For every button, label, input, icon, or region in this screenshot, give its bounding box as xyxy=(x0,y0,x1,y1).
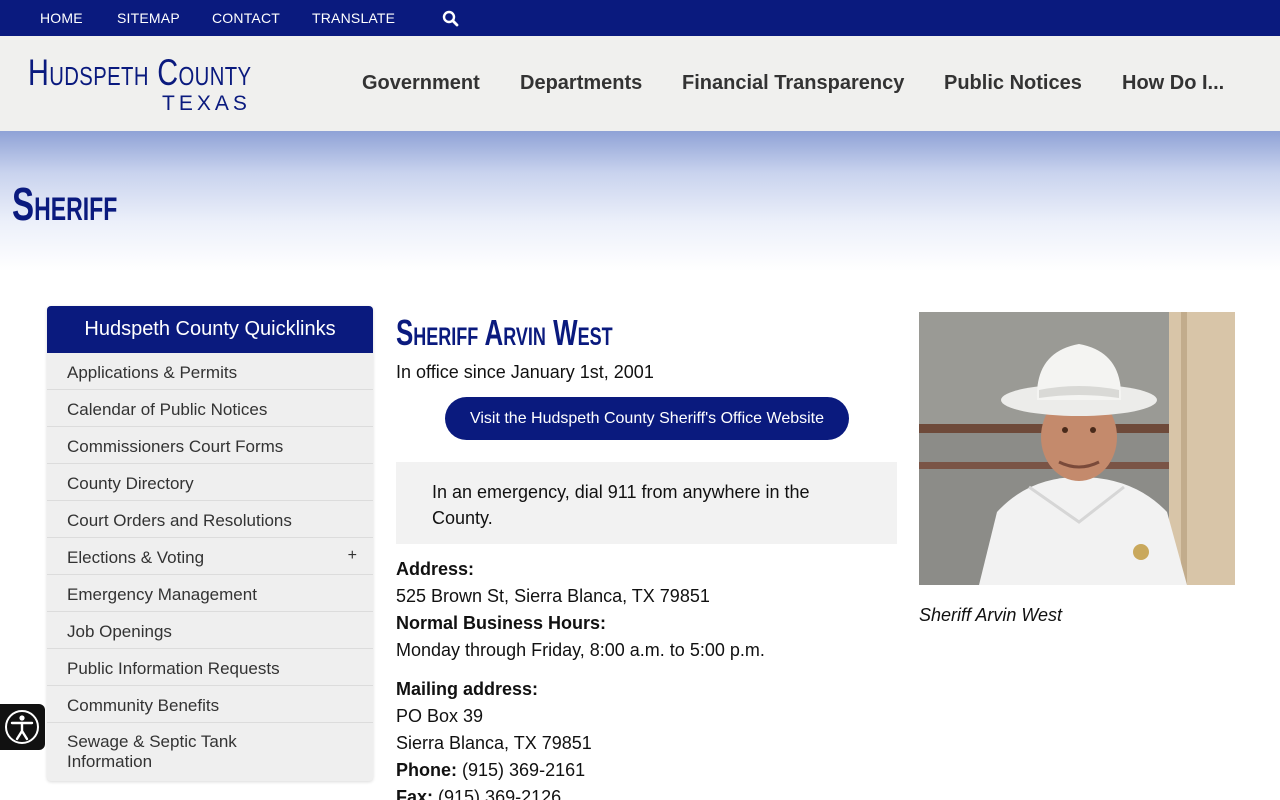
quicklink-community-benefits[interactable]: Community Benefits xyxy=(47,686,373,723)
sheriff-photo xyxy=(919,312,1235,585)
quicklink-county-directory[interactable]: County Directory xyxy=(47,464,373,501)
photo-caption: Sheriff Arvin West xyxy=(919,605,1063,625)
contact-link[interactable]: CONTACT xyxy=(212,10,280,26)
home-link[interactable]: HOME xyxy=(40,10,83,26)
page-title-band: Sheriff xyxy=(0,131,1280,271)
quicklink-commissioners-court-forms[interactable]: Commissioners Court Forms xyxy=(47,427,373,464)
nav-public-notices[interactable]: Public Notices xyxy=(944,72,1082,95)
search-icon[interactable] xyxy=(442,10,459,27)
address-label: Address: xyxy=(396,559,475,579)
quicklink-label: Sewage & Septic Tank Information xyxy=(67,732,237,771)
phone-line: Phone: (915) 369-2161 xyxy=(396,760,586,780)
expand-icon[interactable]: + xyxy=(348,547,357,565)
site-header: Hudspeth County TEXAS Government Departm… xyxy=(0,36,1280,131)
quicklink-elections-voting[interactable]: Elections & Voting + xyxy=(47,538,373,575)
office-since-text: In office since January 1st, 2001 xyxy=(396,362,654,382)
nav-departments[interactable]: Departments xyxy=(520,72,642,95)
quicklink-court-orders[interactable]: Court Orders and Resolutions xyxy=(47,501,373,538)
visit-sheriff-website-button[interactable]: Visit the Hudspeth County Sheriff's Offi… xyxy=(445,397,849,440)
quicklink-label: Elections & Voting xyxy=(67,548,205,567)
mailing-line-2: Sierra Blanca, TX 79851 xyxy=(396,733,592,753)
sheriff-heading: Sheriff Arvin West xyxy=(396,312,613,353)
logo-county-name: Hudspeth County xyxy=(28,52,252,93)
quicklink-sewage-septic[interactable]: Sewage & Septic Tank Information xyxy=(47,723,373,779)
emergency-notice: In an emergency, dial 911 from anywhere … xyxy=(396,462,897,544)
nav-how-do-i[interactable]: How Do I... xyxy=(1122,72,1224,95)
logo-state-name: TEXAS xyxy=(162,92,251,115)
mailing-label: Mailing address: xyxy=(396,679,539,699)
quicklink-public-information-requests[interactable]: Public Information Requests xyxy=(47,649,373,686)
hours-label: Normal Business Hours: xyxy=(396,613,607,633)
hours-value: Monday through Friday, 8:00 a.m. to 5:00… xyxy=(396,640,765,660)
nav-financial-transparency[interactable]: Financial Transparency xyxy=(682,72,904,95)
quicklink-applications-permits[interactable]: Applications & Permits xyxy=(47,353,373,390)
nav-government[interactable]: Government xyxy=(362,72,480,95)
quicklink-job-openings[interactable]: Job Openings xyxy=(47,612,373,649)
mailing-line-1: PO Box 39 xyxy=(396,706,484,726)
accessibility-icon[interactable] xyxy=(0,704,45,750)
quicklinks-sidebar: Hudspeth County Quicklinks Applications … xyxy=(47,306,373,781)
quicklink-emergency-management[interactable]: Emergency Management xyxy=(47,575,373,612)
address-value: 525 Brown St, Sierra Blanca, TX 79851 xyxy=(396,586,710,606)
sitemap-link[interactable]: SITEMAP xyxy=(117,10,180,26)
fax-line: Fax: (915) 369-2126 xyxy=(396,787,562,800)
utility-bar: HOME SITEMAP CONTACT TRANSLATE xyxy=(0,0,1280,36)
page-title: Sheriff xyxy=(12,178,118,230)
quicklink-calendar-public-notices[interactable]: Calendar of Public Notices xyxy=(47,390,373,427)
translate-link[interactable]: TRANSLATE xyxy=(312,10,395,26)
quicklinks-heading: Hudspeth County Quicklinks xyxy=(47,306,373,353)
